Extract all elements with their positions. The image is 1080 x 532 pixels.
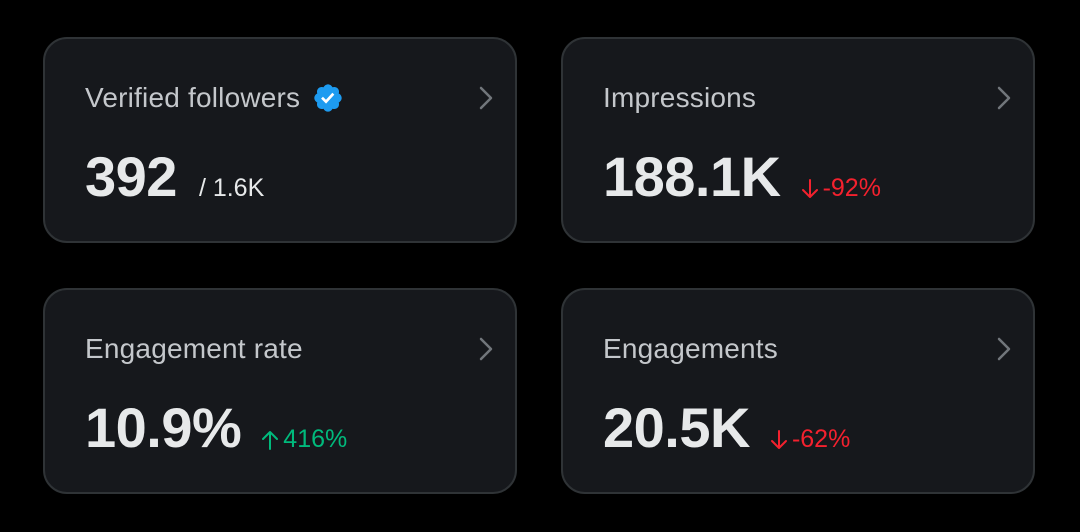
arrow-up-icon [262, 430, 279, 450]
metric-value: 392 [85, 145, 177, 208]
change-percent: -92% [822, 174, 881, 202]
metric-change: -92% [801, 174, 881, 203]
metric-value: 10.9% [85, 396, 242, 459]
card-header: Impressions [603, 81, 756, 115]
metric-value: 188.1K [603, 145, 781, 208]
card-header: Engagements [603, 332, 778, 366]
metric-change: 416% [261, 425, 347, 454]
chevron-right-icon[interactable] [993, 336, 1015, 362]
metric-change: -62% [770, 425, 850, 454]
verified-followers-card[interactable]: Verified followers 392 / 1.6K [43, 37, 517, 243]
card-metric: 392 / 1.6K [85, 149, 264, 205]
engagements-card[interactable]: Engagements 20.5K -62% [561, 288, 1035, 494]
card-title: Verified followers [85, 82, 301, 113]
chevron-right-icon[interactable] [475, 336, 497, 362]
card-header: Engagement rate [85, 332, 303, 366]
arrow-down-icon [770, 429, 787, 449]
card-metric: 10.9% 416% [85, 400, 347, 456]
card-title: Engagement rate [85, 333, 303, 364]
card-title: Engagements [603, 333, 778, 364]
verified-badge-icon [314, 84, 342, 112]
change-percent: -62% [791, 425, 851, 453]
impressions-card[interactable]: Impressions 188.1K -92% [561, 37, 1035, 243]
card-metric: 188.1K -92% [603, 149, 881, 205]
chevron-right-icon[interactable] [993, 85, 1015, 111]
chevron-right-icon[interactable] [475, 85, 497, 111]
change-percent: 416% [283, 425, 348, 453]
card-metric: 20.5K -62% [603, 400, 850, 456]
engagement-rate-card[interactable]: Engagement rate 10.9% 416% [43, 288, 517, 494]
card-title: Impressions [603, 82, 757, 113]
metric-value: 20.5K [603, 396, 750, 459]
card-header: Verified followers [85, 81, 344, 115]
arrow-down-icon [801, 178, 818, 198]
metric-total: / 1.6K [198, 174, 265, 202]
